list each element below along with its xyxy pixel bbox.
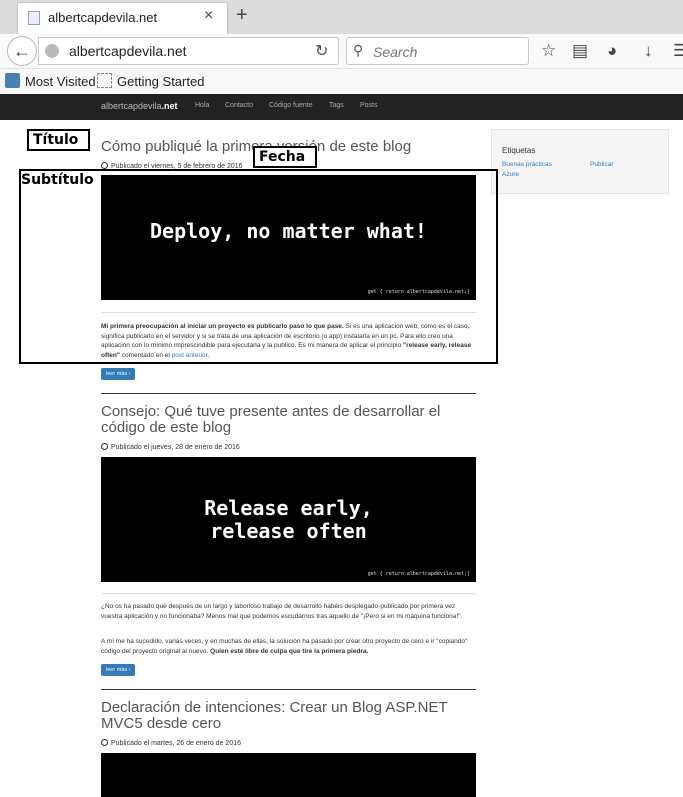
post-date-text: Publicado el jueves, 28 de enero de 2016 xyxy=(111,444,240,451)
tag-link[interactable]: Publicar xyxy=(590,161,613,168)
post-date: Publicado el martes, 26 de enero de 2016 xyxy=(101,739,241,747)
post-title[interactable]: Declaración de intenciones: Crear un Blo… xyxy=(101,700,476,732)
site-brand[interactable]: albertcapdevila.net xyxy=(101,101,178,111)
search-placeholder: Search xyxy=(373,44,418,60)
bookmarks-toolbar: Most Visited Getting Started xyxy=(0,69,683,95)
post-title[interactable]: Consejo: Qué tuve presente antes de desa… xyxy=(101,404,476,436)
banner-line: Release early, xyxy=(204,496,373,520)
star-icon[interactable]: ☆ xyxy=(541,41,556,61)
tags-panel: Etiquetas Buenas prácticas Publicar Azur… xyxy=(491,129,669,194)
read-more-button[interactable]: leer más › xyxy=(101,664,136,676)
nav-link-posts[interactable]: Posts xyxy=(360,102,378,109)
read-more-label: leer más xyxy=(106,667,128,673)
excerpt-bold: Quien esté libre de culpa que tire la pr… xyxy=(210,647,369,655)
download-icon[interactable]: ↓ xyxy=(644,41,653,61)
globe-icon xyxy=(45,44,59,58)
post-separator xyxy=(101,393,476,394)
post-banner xyxy=(101,753,476,797)
nav-link-contacto[interactable]: Contacto xyxy=(225,102,253,109)
annotation-fecha: Fecha xyxy=(253,146,317,168)
bookmark-page-icon xyxy=(97,73,112,88)
page-icon xyxy=(28,11,40,25)
nav-link-codigo-fuente[interactable]: Código fuente xyxy=(269,102,313,109)
annotation-subtitulo: Subtítulo xyxy=(21,171,98,189)
divider xyxy=(101,593,476,594)
nav-link-tags[interactable]: Tags xyxy=(329,102,344,109)
banner-text: Release early, release often xyxy=(101,497,476,543)
post-date-text: Publicado el martes, 26 de enero de 2016 xyxy=(111,740,241,747)
post-excerpt: A mí me ha sucedido, varias veces, y en … xyxy=(101,637,476,656)
clock-icon xyxy=(101,443,108,450)
browser-tab[interactable]: albertcapdevila.net × xyxy=(17,2,228,34)
bookmark-folder-icon xyxy=(5,73,20,88)
back-button[interactable]: ← xyxy=(7,36,37,66)
tag-link[interactable]: Azure xyxy=(502,171,519,178)
brand-prefix: albertcapdevila xyxy=(101,101,162,111)
annotation-titulo: Título xyxy=(27,129,90,151)
url-text[interactable]: albertcapdevila.net xyxy=(69,43,187,59)
pocket-icon[interactable]: ◕ xyxy=(607,41,617,61)
banner-caption: get { return albertcapdevila.net;} xyxy=(367,571,470,577)
clock-icon xyxy=(101,162,108,169)
post-date: Publicado el jueves, 28 de enero de 2016 xyxy=(101,443,240,451)
post-separator xyxy=(101,689,476,690)
url-bar[interactable]: albertcapdevila.net ↻ xyxy=(38,37,339,65)
navigation-toolbar: ← albertcapdevila.net ↻ ⚲ Search ☆ ▤ ◕ ↓… xyxy=(0,34,683,69)
nav-link-hola[interactable]: Hola xyxy=(195,102,209,109)
close-icon[interactable]: × xyxy=(204,7,213,25)
read-more-label: leer más xyxy=(106,371,128,377)
banner-line: release often xyxy=(210,519,367,543)
search-icon: ⚲ xyxy=(353,42,364,58)
search-input[interactable]: ⚲ Search xyxy=(346,37,529,65)
reading-list-icon[interactable]: ▤ xyxy=(572,41,588,61)
annotation-subtitulo-frame xyxy=(19,169,498,364)
tags-title: Etiquetas xyxy=(502,146,536,155)
bookmark-getting-started[interactable]: Getting Started xyxy=(117,74,204,89)
site-navbar: albertcapdevila.net Hola Contacto Código… xyxy=(0,94,683,120)
post-banner: Release early, release often get { return… xyxy=(101,457,476,582)
read-more-button[interactable]: leer más › xyxy=(101,368,136,380)
new-tab-button[interactable]: + xyxy=(236,4,248,27)
post-excerpt: ¿No os ha pasado que después de un largo… xyxy=(101,603,463,620)
tab-strip: albertcapdevila.net × + xyxy=(0,0,683,34)
clock-icon xyxy=(101,739,108,746)
reload-icon[interactable]: ↻ xyxy=(315,41,328,61)
bookmark-most-visited[interactable]: Most Visited xyxy=(25,74,96,89)
arrow-left-icon: ← xyxy=(13,41,31,61)
tag-link[interactable]: Buenas prácticas xyxy=(502,161,552,168)
menu-icon[interactable]: ☰ xyxy=(673,41,683,61)
tab-title: albertcapdevila.net xyxy=(48,10,158,25)
brand-suffix: .net xyxy=(161,101,178,111)
